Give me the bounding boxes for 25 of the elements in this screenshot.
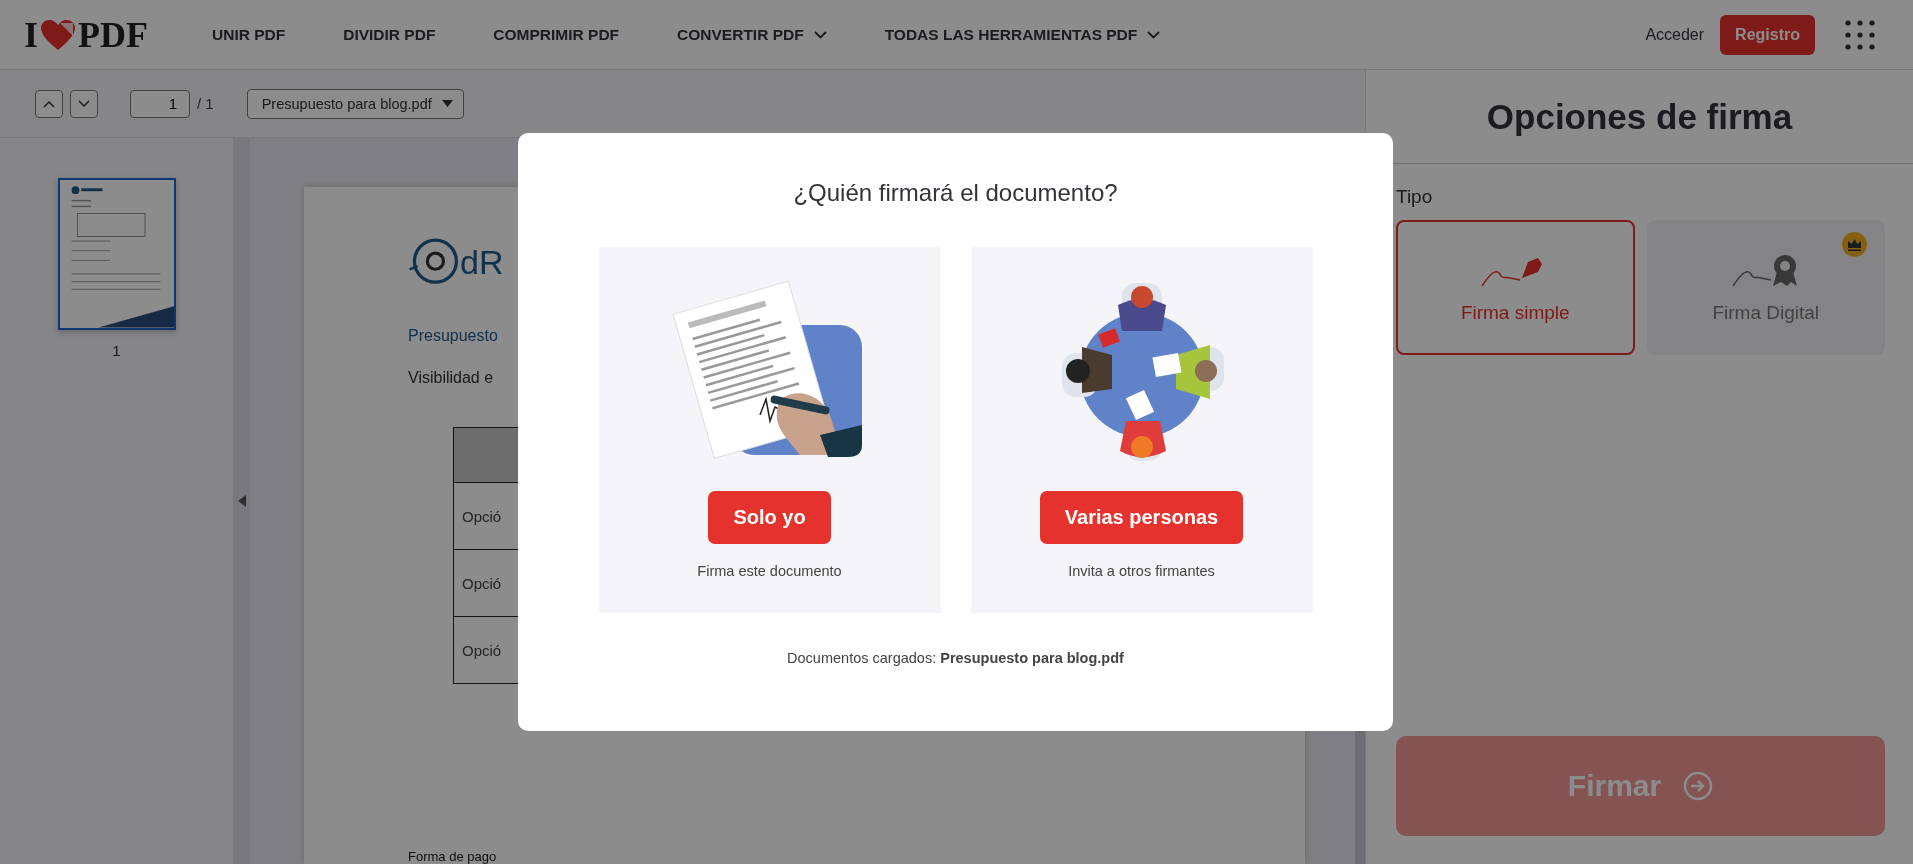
nav-link[interactable]: UNIR PDF bbox=[212, 25, 286, 44]
option-caption: Firma este documento bbox=[697, 563, 842, 579]
nav-link[interactable]: CONVERTIR PDF bbox=[677, 25, 827, 44]
nav-link[interactable]: DIVIDIR PDF bbox=[343, 25, 436, 44]
document-text: Forma de pago bbox=[408, 849, 498, 864]
company-logo-text: dR bbox=[460, 242, 504, 282]
signature-type-option[interactable]: Firma Digital bbox=[1646, 220, 1885, 355]
document-subtitle: Visibilidad e bbox=[408, 369, 495, 387]
dialog-title: ¿Quién firmará el documento? bbox=[793, 179, 1118, 207]
uploaded-documents-text: Documentos cargados: Presupuesto para blog.pdf bbox=[787, 650, 1124, 666]
signature-type-option[interactable]: Firma simple bbox=[1396, 220, 1635, 355]
page-total: / 1 bbox=[197, 95, 214, 112]
file-select[interactable]: Presupuesto para blog.pdf bbox=[246, 88, 464, 119]
nav-link[interactable]: TODAS LAS HERRAMIENTAS PDF bbox=[884, 25, 1161, 44]
login-link[interactable]: Acceder bbox=[1645, 25, 1705, 44]
section-label: Tipo bbox=[1396, 186, 1434, 208]
logo[interactable]: I PDF bbox=[24, 13, 148, 56]
signer-choice-button[interactable]: Varias personas bbox=[1039, 491, 1244, 544]
page-number-label: 1 bbox=[112, 342, 121, 359]
nav-link[interactable]: COMPRIMIR PDF bbox=[493, 25, 620, 44]
document-heading: Presupuesto bbox=[408, 327, 499, 345]
signer-choice-button[interactable]: Solo yo bbox=[708, 491, 831, 544]
option-caption: Invita a otros firmantes bbox=[1068, 563, 1215, 579]
register-button[interactable]: Registro bbox=[1720, 14, 1815, 55]
page-number-field[interactable]: 1 bbox=[130, 89, 190, 118]
